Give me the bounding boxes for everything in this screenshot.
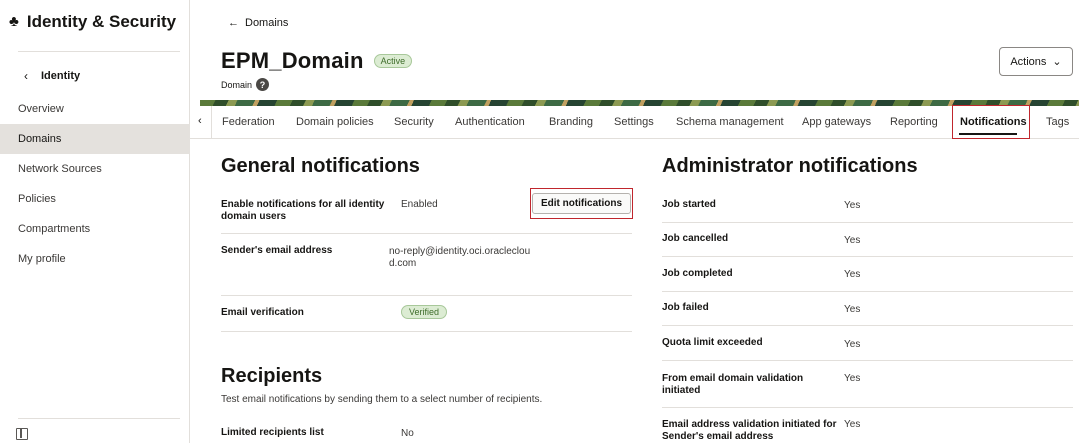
recipients-row-value: No xyxy=(401,428,414,439)
admin-row-value: Yes xyxy=(844,419,861,430)
divider xyxy=(18,51,180,52)
tab-highlight-box xyxy=(952,105,1030,139)
verified-badge: Verified xyxy=(401,305,448,319)
arrow-left-icon: ← xyxy=(228,17,239,29)
admin-row-label: Job completed xyxy=(662,268,733,279)
tab-bar: ‹ Federation Domain policies Security Au… xyxy=(190,105,1079,139)
divider xyxy=(221,331,632,332)
status-badge: Active xyxy=(373,54,413,68)
general-row-label: Enable notifications for all identity do… xyxy=(221,199,385,222)
divider xyxy=(662,407,1073,408)
admin-row-label: Job started xyxy=(662,199,716,210)
chevron-left-icon: ‹ xyxy=(24,69,28,83)
title-row: EPM_Domain Active xyxy=(221,48,413,74)
divider xyxy=(211,106,212,139)
divider xyxy=(221,233,632,234)
tab-authentication[interactable]: Authentication xyxy=(455,116,525,128)
divider xyxy=(221,295,632,296)
divider xyxy=(662,360,1073,361)
chevron-down-icon: ⌄ xyxy=(1052,56,1062,68)
actions-button[interactable]: Actions ⌄ xyxy=(999,47,1073,76)
tab-tags[interactable]: Tags xyxy=(1046,116,1069,128)
sidebar-item-my-profile[interactable]: My profile xyxy=(0,244,190,274)
general-notifications-heading: General notifications xyxy=(221,155,420,177)
recipients-row-label: Limited recipients list xyxy=(221,427,324,438)
divider xyxy=(18,418,180,419)
general-row-value: Enabled xyxy=(401,199,438,210)
back-to-identity-link[interactable]: ‹ Identity xyxy=(24,69,80,83)
app-root: ♣ Identity & Security ‹ Identity Overvie… xyxy=(0,0,1079,443)
subtitle-text: Domain xyxy=(221,79,253,90)
page-subtitle: Domain ? xyxy=(221,78,270,91)
admin-row-label: Job failed xyxy=(662,302,709,313)
tabs-scroll-left-icon[interactable]: ‹ xyxy=(198,115,202,127)
collapse-sidebar-icon[interactable] xyxy=(16,428,28,440)
admin-row-label: Quota limit exceeded xyxy=(662,337,763,348)
brand: ♣ Identity & Security xyxy=(9,12,176,32)
identity-security-logo-icon: ♣ xyxy=(9,13,19,30)
tab-branding[interactable]: Branding xyxy=(549,116,593,128)
tab-reporting[interactable]: Reporting xyxy=(890,116,938,128)
back-identity-label: Identity xyxy=(41,70,81,82)
admin-notifications-heading: Administrator notifications xyxy=(662,155,918,177)
divider xyxy=(662,291,1073,292)
divider xyxy=(662,256,1073,257)
page-title: EPM_Domain xyxy=(221,48,364,73)
edit-notifications-button[interactable]: Edit notifications xyxy=(530,188,633,219)
admin-row-value: Yes xyxy=(844,235,861,246)
sidebar-item-domains[interactable]: Domains xyxy=(0,124,190,154)
admin-row-label: Job cancelled xyxy=(662,233,729,244)
actions-label: Actions xyxy=(1010,55,1047,68)
sidebar-item-policies[interactable]: Policies xyxy=(0,184,190,214)
divider xyxy=(662,222,1073,223)
help-icon[interactable]: ? xyxy=(256,78,270,91)
recipients-description: Test email notifications by sending them… xyxy=(221,394,543,405)
admin-row-value: Yes xyxy=(844,373,861,384)
tab-schema-management[interactable]: Schema management xyxy=(676,116,784,128)
sidebar-item-network-sources[interactable]: Network Sources xyxy=(0,154,190,184)
admin-row-value: Yes xyxy=(844,269,861,280)
tab-settings[interactable]: Settings xyxy=(614,116,654,128)
sidebar-item-compartments[interactable]: Compartments xyxy=(0,214,190,244)
breadcrumb-domains: Domains xyxy=(245,17,289,29)
admin-row-value: Yes xyxy=(844,339,861,350)
admin-row-label: Email address validation initiated for S… xyxy=(662,419,837,442)
recipients-heading: Recipients xyxy=(221,365,323,387)
sidebar: ♣ Identity & Security ‹ Identity Overvie… xyxy=(0,0,190,443)
general-row-label: Email verification xyxy=(221,307,304,318)
general-row-value: no-reply@identity.oci.oraclecloud.com xyxy=(389,246,531,269)
edit-notifications-label: Edit notifications xyxy=(531,193,632,214)
breadcrumb[interactable]: ← Domains xyxy=(228,17,288,29)
tab-federation[interactable]: Federation xyxy=(222,116,275,128)
admin-row-value: Yes xyxy=(844,200,861,211)
sidebar-item-overview[interactable]: Overview xyxy=(0,94,190,124)
general-row-label: Sender's email address xyxy=(221,245,333,256)
admin-row-label: From email domain validation initiated xyxy=(662,373,804,396)
tab-app-gateways[interactable]: App gateways xyxy=(802,116,871,128)
admin-row-value: Yes xyxy=(844,304,861,315)
sidebar-nav: Overview Domains Network Sources Policie… xyxy=(0,94,190,274)
brand-title: Identity & Security xyxy=(26,12,177,31)
divider xyxy=(662,325,1073,326)
tab-security[interactable]: Security xyxy=(394,116,434,128)
tab-domain-policies[interactable]: Domain policies xyxy=(296,116,374,128)
